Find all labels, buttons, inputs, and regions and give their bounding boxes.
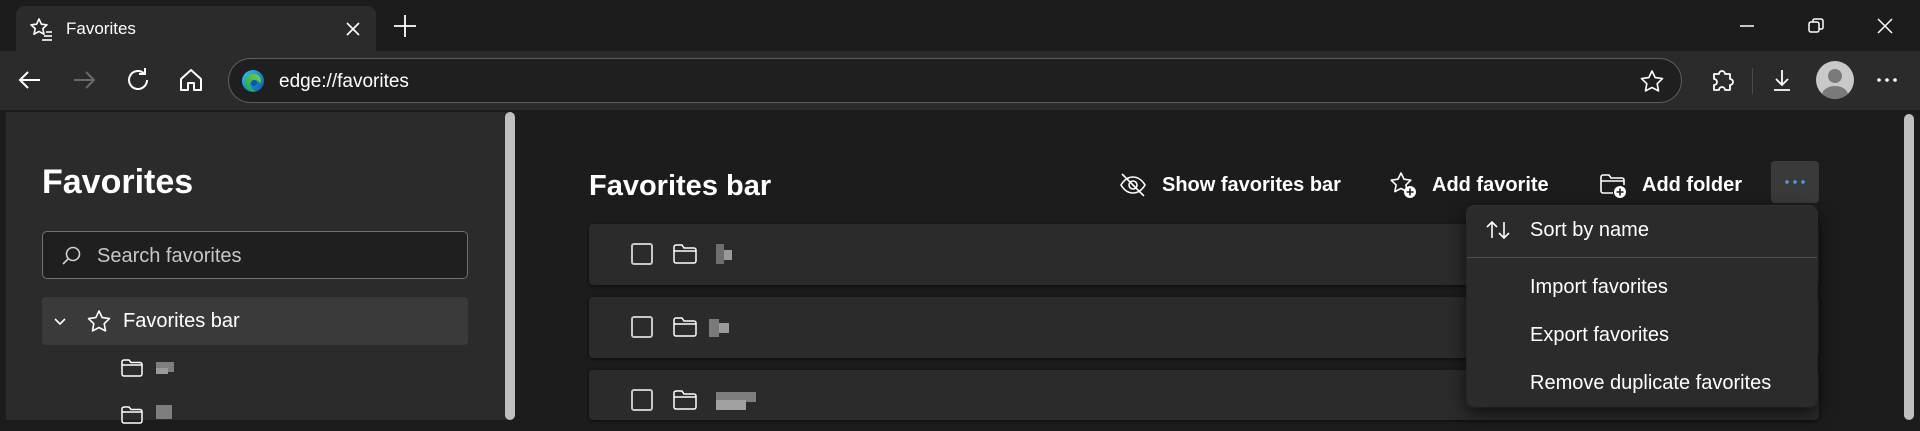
star-icon — [86, 309, 112, 335]
favorites-star-icon — [28, 16, 54, 42]
browser-tab[interactable]: Favorites — [16, 6, 376, 51]
sidebar-title: Favorites — [42, 163, 194, 201]
tab-title: Favorites — [66, 19, 136, 38]
search-icon — [61, 245, 83, 267]
add-folder-button[interactable]: Add folder — [1598, 166, 1742, 204]
add-favorite-label: Add favorite — [1432, 173, 1549, 196]
menu-item-label: Sort by name — [1530, 219, 1649, 241]
folder-title: Favorites bar — [589, 170, 772, 202]
menu-item-sort-by-name[interactable]: Sort by name — [1467, 208, 1817, 252]
profile-avatar[interactable] — [1816, 61, 1854, 99]
menu-item-import-favorites[interactable]: Import favorites — [1467, 265, 1817, 309]
address-bar[interactable]: edge://favorites — [228, 58, 1682, 103]
main-scrollbar[interactable] — [1904, 114, 1914, 420]
settings-more-button[interactable] — [1867, 60, 1907, 100]
edge-logo-icon — [241, 69, 265, 93]
close-tab-icon[interactable] — [342, 18, 364, 40]
search-input[interactable] — [95, 242, 459, 270]
tree-item-folder[interactable] — [120, 354, 180, 384]
add-favorite-button[interactable]: Add favorite — [1388, 166, 1549, 204]
show-favorites-bar-button[interactable]: Show favorites bar — [1118, 166, 1341, 204]
new-tab-button[interactable] — [388, 9, 422, 43]
menu-item-label: Export favorites — [1530, 324, 1669, 346]
extensions-button[interactable] — [1702, 60, 1742, 100]
url-text: edge://favorites — [279, 71, 409, 92]
row-checkbox[interactable] — [631, 243, 653, 265]
close-window-button[interactable] — [1854, 0, 1916, 51]
folder-icon — [120, 358, 144, 378]
menu-divider — [1467, 257, 1817, 258]
add-folder-icon — [1598, 170, 1628, 200]
menu-item-label: Remove duplicate favorites — [1530, 372, 1772, 394]
tree-item-favorites-bar[interactable]: Favorites bar — [42, 297, 468, 345]
folder-icon — [120, 405, 144, 425]
refresh-button[interactable] — [118, 60, 158, 100]
eye-off-icon — [1118, 170, 1148, 200]
back-button[interactable] — [10, 60, 50, 100]
row-checkbox[interactable] — [631, 389, 653, 411]
folder-icon — [672, 389, 698, 411]
more-options-menu: Sort by name Import favorites Export fav… — [1467, 206, 1817, 407]
forward-button[interactable] — [64, 60, 104, 100]
downloads-button[interactable] — [1762, 60, 1802, 100]
more-options-button[interactable] — [1771, 161, 1819, 203]
minimize-button[interactable] — [1716, 0, 1778, 51]
home-button[interactable] — [171, 60, 211, 100]
sidebar-scrollbar[interactable] — [505, 112, 515, 420]
menu-item-label: Import favorites — [1530, 276, 1668, 298]
row-checkbox[interactable] — [631, 316, 653, 338]
toolbar-divider — [1752, 68, 1753, 94]
restore-button[interactable] — [1785, 0, 1847, 51]
add-favorite-icon — [1388, 170, 1418, 200]
folder-icon — [672, 316, 698, 338]
show-favorites-bar-label: Show favorites bar — [1162, 173, 1341, 196]
add-folder-label: Add folder — [1642, 173, 1742, 196]
menu-item-remove-duplicates[interactable]: Remove duplicate favorites — [1467, 361, 1817, 405]
folder-icon — [672, 243, 698, 265]
tree-item-label: Favorites bar — [123, 310, 240, 332]
sort-icon — [1485, 219, 1511, 241]
search-box[interactable] — [42, 231, 468, 279]
tree-item-folder[interactable] — [120, 401, 180, 431]
chevron-down-icon[interactable] — [52, 314, 68, 330]
add-to-favorites-star-icon[interactable] — [1639, 69, 1665, 95]
menu-item-export-favorites[interactable]: Export favorites — [1467, 313, 1817, 357]
